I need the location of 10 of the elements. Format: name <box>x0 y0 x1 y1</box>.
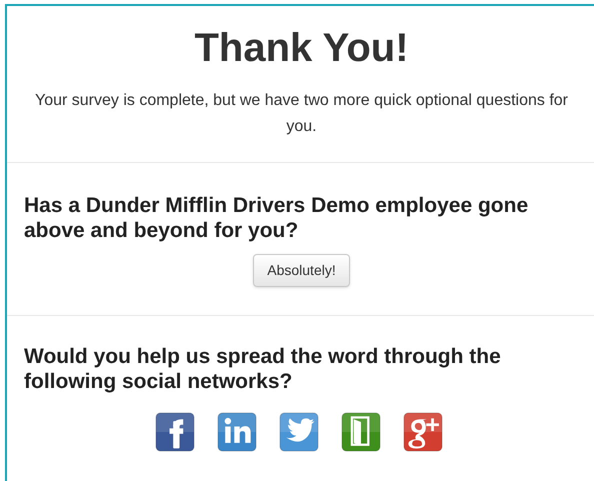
bird-icon[interactable] <box>278 412 318 452</box>
answer-button[interactable]: Absolutely! <box>253 254 350 287</box>
in-logo-icon[interactable] <box>216 412 256 452</box>
intro-text: Your survey is complete, but we have two more quick optional questions for you. <box>34 91 570 137</box>
page-title: Thank You! <box>194 25 409 72</box>
question-text: Would you help us spread the word through the following social networks? <box>24 344 502 394</box>
question-text: Has a Dunder Mifflin Drivers Demo employee gone above and beyond for you? <box>24 193 530 243</box>
g-plus-icon[interactable] <box>402 412 442 452</box>
door-icon[interactable] <box>340 412 380 452</box>
f-logo-icon[interactable] <box>154 412 194 452</box>
